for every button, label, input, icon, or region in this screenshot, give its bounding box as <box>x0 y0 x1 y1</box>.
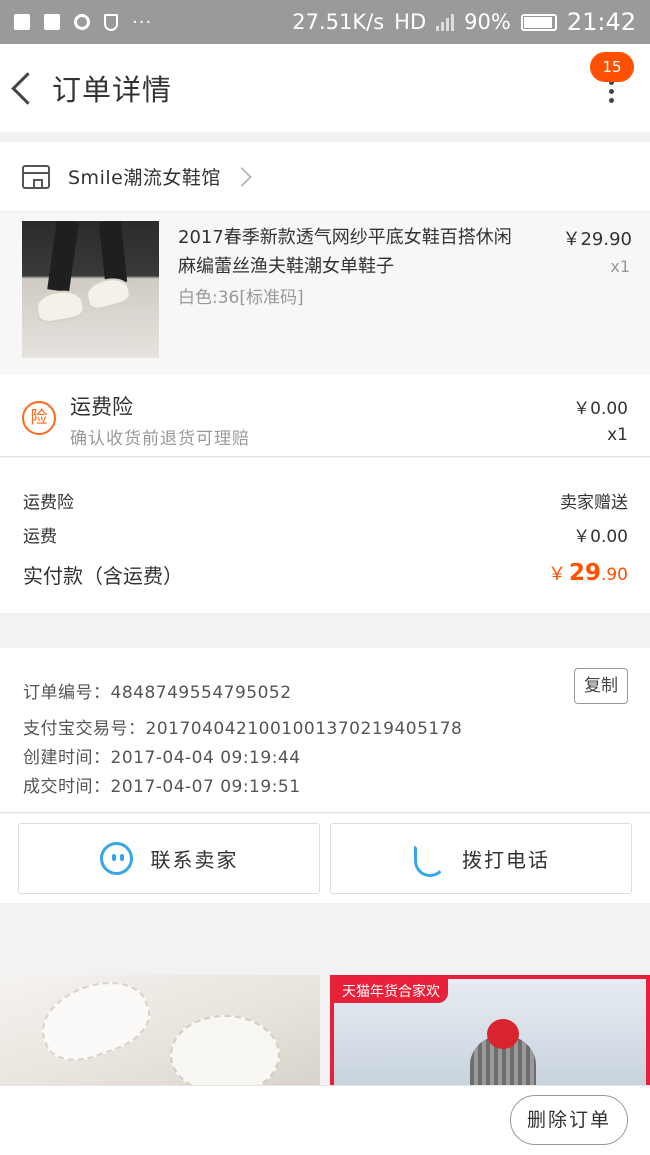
summary-insurance-label: 运费险 <box>23 493 74 513</box>
product-quantity: x1 <box>610 257 630 276</box>
status-bar: ··· 27.51K/s HD 90% 21:42 <box>0 0 650 44</box>
network-type: HD <box>394 10 427 34</box>
chat-icon <box>99 842 133 875</box>
summary-shipping-label: 运费 <box>23 527 57 547</box>
contact-seller-button[interactable]: 联系卖家 <box>18 823 320 894</box>
battery-percent: 90% <box>464 10 511 34</box>
summary-shipping-row: 运费 ￥0.00 <box>23 522 628 547</box>
copy-button[interactable]: 复制 <box>574 668 628 704</box>
network-speed: 27.51K/s <box>292 10 385 34</box>
insurance-price: ￥0.00 <box>573 399 628 419</box>
call-phone-button[interactable]: 拨打电话 <box>330 823 632 894</box>
insurance-icon: 险 <box>22 401 56 435</box>
message-count-badge: 15 <box>590 52 634 82</box>
completed-time: 成交时间：2017-04-07 09:19:51 <box>23 777 301 797</box>
delete-order-button[interactable]: 删除订单 <box>510 1095 628 1145</box>
product-item[interactable]: 2017春季新款透气网纱平底女鞋百搭休闲麻编蕾丝渔夫鞋潮女单鞋子 白色:36[标… <box>0 213 650 373</box>
record-icon <box>74 14 90 30</box>
battery-icon <box>520 13 557 31</box>
insurance-description: 确认收货前退货可理赔 <box>70 429 250 449</box>
contact-bar: 联系卖家 拨打电话 <box>0 814 650 903</box>
promo-banner: 天猫年货合家欢 <box>334 979 448 1003</box>
status-left-icons: ··· <box>14 12 152 33</box>
more-menu-icon[interactable] <box>606 80 616 104</box>
product-image <box>22 221 159 358</box>
summary-insurance-value: 卖家赠送 <box>560 493 628 513</box>
total-amount: ￥ 29.90 <box>547 560 628 586</box>
product-title: 2017春季新款透气网纱平底女鞋百搭休闲麻编蕾丝渔夫鞋潮女单鞋子 <box>178 227 512 277</box>
screenshot-icon <box>44 14 60 30</box>
summary-shipping-value: ￥0.00 <box>573 527 628 547</box>
shipping-insurance-item: 险 运费险 确认收货前退货可理赔 ￥0.00 x1 <box>0 374 650 457</box>
contact-seller-label: 联系卖家 <box>150 848 239 872</box>
chevron-right-icon <box>231 166 252 187</box>
back-arrow-icon[interactable] <box>6 44 50 132</box>
store-icon <box>22 164 50 189</box>
shield-icon <box>104 13 118 31</box>
image-icon <box>14 14 30 30</box>
alipay-trade-number: 支付宝交易号：2017040421001001370219405178 <box>23 719 463 739</box>
shop-row[interactable]: Smile潮流女鞋馆 <box>0 142 650 212</box>
insurance-quantity: x1 <box>607 425 628 445</box>
recommend-item-image[interactable]: 天猫年货合家欢 <box>330 975 650 1085</box>
clock: 21:42 <box>566 8 636 36</box>
total-label: 实付款（含运费） <box>23 564 183 588</box>
more-notifications-icon: ··· <box>132 11 153 33</box>
summary-insurance-row: 运费险 卖家赠送 <box>23 488 628 513</box>
signal-icon <box>436 13 455 31</box>
phone-icon <box>412 843 444 875</box>
bottom-action-bar: 删除订单 <box>0 1085 650 1155</box>
summary-total-row: 实付款（含运费） ￥ 29.90 <box>23 560 628 589</box>
nav-bar: 订单详情 15 <box>0 44 650 132</box>
shop-name: Smile潮流女鞋馆 <box>68 167 221 189</box>
recommend-gap <box>0 904 650 974</box>
insurance-title: 运费险 <box>70 395 133 419</box>
payment-summary: 运费险 卖家赠送 运费 ￥0.00 实付款（含运费） ￥ 29.90 <box>0 458 650 613</box>
product-price: ￥29.90 <box>562 229 632 250</box>
recommend-item-image[interactable] <box>0 975 320 1085</box>
created-time: 创建时间：2017-04-04 09:19:44 <box>23 748 301 768</box>
call-phone-label: 拨打电话 <box>462 848 550 872</box>
order-info: 订单编号：4848749554795052 支付宝交易号：20170404210… <box>0 648 650 813</box>
page-title: 订单详情 <box>52 73 173 107</box>
product-sku: 白色:36[标准码] <box>178 288 304 308</box>
order-number: 订单编号：4848749554795052 <box>23 683 292 703</box>
